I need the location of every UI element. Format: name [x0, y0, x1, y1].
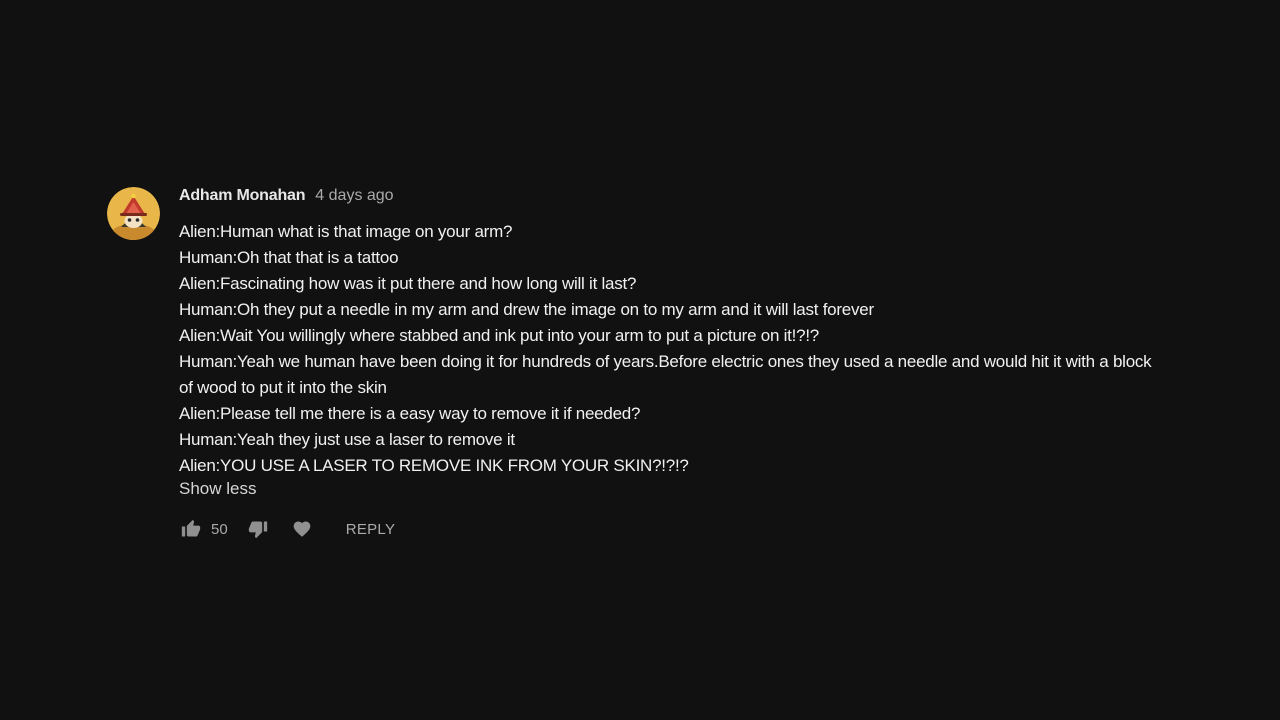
comment-line: Human:Yeah they just use a laser to remo…: [179, 430, 515, 449]
dislike-button[interactable]: [246, 517, 270, 541]
comment-line: Alien:Please tell me there is a easy way…: [179, 404, 641, 423]
comment-body: Adham Monahan 4 days ago Alien:Human wha…: [179, 186, 1187, 543]
comment-line: Alien:Human what is that image on your a…: [179, 222, 513, 241]
comment-line: Human:Oh they put a needle in my arm and…: [179, 300, 874, 319]
comment-line: Alien:YOU USE A LASER TO REMOVE INK FROM…: [179, 456, 689, 475]
like-button[interactable]: [179, 517, 203, 541]
thumb-up-icon: [181, 519, 201, 537]
comment-line: Human:Oh that that is a tattoo: [179, 248, 399, 267]
like-count: 50: [211, 520, 228, 538]
heart-icon: [293, 521, 311, 537]
avatar[interactable]: [107, 187, 160, 240]
comment-text: Alien:Human what is that image on your a…: [179, 219, 1169, 479]
author-name[interactable]: Adham Monahan: [179, 187, 305, 205]
comment-actions: 50 REPLY: [179, 515, 1187, 543]
comment-header: Adham Monahan 4 days ago: [179, 187, 1187, 211]
comment-line: Human:Yeah we human have been doing it f…: [179, 352, 1152, 397]
heart-button[interactable]: [290, 517, 314, 541]
comment-timestamp[interactable]: 4 days ago: [315, 187, 393, 205]
comment-line: Alien:Wait You willingly where stabbed a…: [179, 326, 820, 345]
thumb-down-icon: [248, 521, 267, 539]
reply-button[interactable]: REPLY: [346, 521, 396, 538]
avatar-image: [107, 187, 160, 240]
show-less-button[interactable]: Show less: [179, 477, 256, 501]
comment-line: Alien:Fascinating how was it put there a…: [179, 274, 637, 293]
comment-thread: Adham Monahan 4 days ago Alien:Human wha…: [107, 186, 1187, 543]
